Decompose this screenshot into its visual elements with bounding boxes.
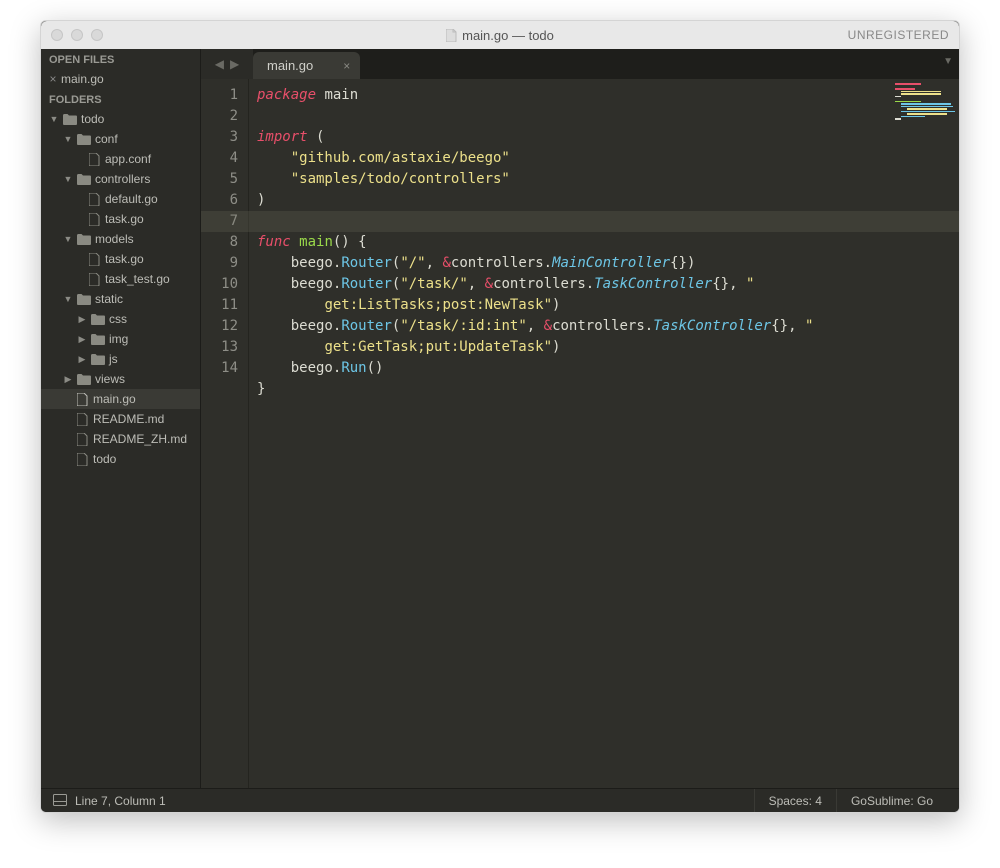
folder-label: static [95, 292, 123, 306]
folder-icon [77, 372, 91, 386]
folder-row[interactable]: ▶ css [41, 309, 200, 329]
file-row[interactable]: task.go [41, 249, 200, 269]
folder-row-controllers[interactable]: ▼ controllers [41, 169, 200, 189]
folder-icon [77, 132, 91, 146]
file-icon [87, 212, 101, 226]
file-icon [87, 272, 101, 286]
file-row[interactable]: task_test.go [41, 269, 200, 289]
folders-header: FOLDERS [41, 89, 200, 109]
nav-forward-icon[interactable]: ▶ [230, 57, 239, 71]
folder-row-models[interactable]: ▼ models [41, 229, 200, 249]
code-content[interactable]: package main import ( "github.com/astaxi… [249, 79, 959, 788]
folder-row[interactable]: ▶ js [41, 349, 200, 369]
file-label: main.go [93, 392, 136, 406]
folder-icon [91, 352, 105, 366]
tabs-dropdown-icon[interactable]: ▼ [943, 56, 953, 67]
folder-label: todo [81, 112, 104, 126]
disclosure-right-icon: ▶ [75, 334, 89, 345]
open-file-label: main.go [61, 72, 104, 86]
file-label: default.go [105, 192, 158, 206]
editor-window: main.go — todo UNREGISTERED OPEN FILES ×… [40, 20, 960, 813]
file-row[interactable]: task.go [41, 209, 200, 229]
file-icon [75, 432, 89, 446]
folder-row-views[interactable]: ▶ views [41, 369, 200, 389]
line-number-gutter: 1 2 3 4 5 6 7 8 9 10 11 12 13 14 [201, 79, 249, 788]
open-file-item[interactable]: × main.go [41, 69, 200, 89]
disclosure-right-icon: ▶ [75, 354, 89, 365]
disclosure-down-icon: ▼ [61, 294, 75, 304]
folder-icon [77, 172, 91, 186]
disclosure-right-icon: ▶ [75, 314, 89, 325]
file-row[interactable]: app.conf [41, 149, 200, 169]
file-icon [87, 252, 101, 266]
open-files-header: OPEN FILES [41, 49, 200, 69]
nav-back-icon[interactable]: ◀ [215, 57, 224, 71]
folder-label: views [95, 372, 125, 386]
disclosure-down-icon: ▼ [61, 134, 75, 144]
file-label: todo [93, 452, 116, 466]
file-row-main[interactable]: main.go [41, 389, 200, 409]
folder-icon [91, 332, 105, 346]
editor-area[interactable]: 1 2 3 4 5 6 7 8 9 10 11 12 13 14 package… [201, 79, 959, 788]
close-tab-icon[interactable]: × [343, 59, 350, 73]
file-row[interactable]: todo [41, 449, 200, 469]
file-icon [87, 192, 101, 206]
folder-label: css [109, 312, 127, 326]
editor-column: ◀ ▶ main.go × ▼ 1 2 3 4 5 6 7 8 9 10 11 … [201, 49, 959, 788]
folder-row[interactable]: ▶ img [41, 329, 200, 349]
folder-label: models [95, 232, 134, 246]
folder-row-static[interactable]: ▼ static [41, 289, 200, 309]
folder-icon [91, 312, 105, 326]
file-row[interactable]: README.md [41, 409, 200, 429]
disclosure-right-icon: ▶ [61, 374, 75, 385]
indent-setting[interactable]: Spaces: 4 [754, 789, 836, 813]
folder-row-conf[interactable]: ▼ conf [41, 129, 200, 149]
folder-icon [77, 232, 91, 246]
file-row[interactable]: default.go [41, 189, 200, 209]
file-icon [75, 392, 89, 406]
minimap[interactable] [895, 83, 955, 163]
file-icon [75, 452, 89, 466]
file-label: README.md [93, 412, 164, 426]
folder-label: img [109, 332, 128, 346]
folder-label: js [109, 352, 118, 366]
file-label: task.go [105, 252, 144, 266]
folder-label: conf [95, 132, 118, 146]
tab-main-go[interactable]: main.go × [253, 52, 360, 79]
tab-label: main.go [267, 58, 313, 73]
sidebar: OPEN FILES × main.go FOLDERS ▼ todo ▼ co… [41, 49, 201, 788]
file-label: task.go [105, 212, 144, 226]
window-body: OPEN FILES × main.go FOLDERS ▼ todo ▼ co… [41, 49, 959, 788]
disclosure-down-icon: ▼ [61, 234, 75, 244]
file-row[interactable]: README_ZH.md [41, 429, 200, 449]
folder-row-root[interactable]: ▼ todo [41, 109, 200, 129]
window-title: main.go — todo [41, 28, 959, 43]
folder-icon [77, 292, 91, 306]
folder-icon [63, 112, 77, 126]
disclosure-down-icon: ▼ [61, 174, 75, 184]
disclosure-down-icon: ▼ [47, 114, 61, 124]
panel-toggle-icon[interactable] [53, 794, 67, 808]
syntax-setting[interactable]: GoSublime: Go [836, 789, 947, 813]
close-file-icon[interactable]: × [47, 72, 59, 86]
file-icon [446, 29, 457, 42]
titlebar: main.go — todo UNREGISTERED [41, 21, 959, 49]
folder-label: controllers [95, 172, 150, 186]
file-label: app.conf [105, 152, 151, 166]
file-label: README_ZH.md [93, 432, 187, 446]
file-label: task_test.go [105, 272, 170, 286]
tab-bar: ◀ ▶ main.go × ▼ [201, 49, 959, 79]
file-icon [75, 412, 89, 426]
status-bar: Line 7, Column 1 Spaces: 4 GoSublime: Go [41, 788, 959, 812]
tab-nav: ◀ ▶ [201, 49, 253, 79]
cursor-position[interactable]: Line 7, Column 1 [75, 794, 166, 808]
file-icon [87, 152, 101, 166]
